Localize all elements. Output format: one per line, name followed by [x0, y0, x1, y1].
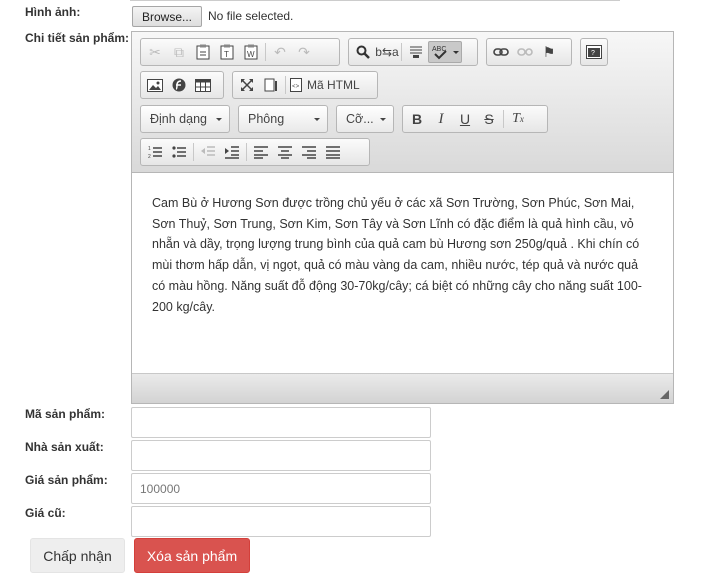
find-icon[interactable]	[351, 41, 375, 63]
indent-icon[interactable]	[220, 141, 244, 163]
flash-icon[interactable]	[167, 74, 191, 96]
outdent-icon[interactable]	[196, 141, 220, 163]
old-price-input[interactable]	[131, 506, 431, 537]
format-select-label: Định dạng	[150, 112, 207, 126]
bulleted-list-icon[interactable]	[167, 141, 191, 163]
chevron-down-icon	[314, 117, 320, 121]
chevron-down-icon	[216, 117, 222, 121]
delete-product-button[interactable]: Xóa sản phẩm	[134, 538, 250, 573]
separator	[246, 143, 247, 161]
image-label: Hình ảnh:	[25, 5, 81, 19]
spellcheck-icon[interactable]: ABC	[428, 41, 462, 63]
image-icon[interactable]	[143, 74, 167, 96]
previous-field-border	[130, 0, 620, 1]
align-left-icon[interactable]	[249, 141, 273, 163]
paragraph-group: 12	[140, 138, 370, 166]
link-icon[interactable]	[489, 41, 513, 63]
rich-text-editor: ✂ ⧉ T W ↶ ↷ b⇆a ABC ⚑ ? <> Mã HTML Định …	[131, 31, 674, 404]
product-code-input[interactable]	[131, 407, 431, 438]
editor-content-area[interactable]: Cam Bù ở Hương Sơn được trồng chủ yếu ở …	[132, 174, 673, 373]
align-right-icon[interactable]	[297, 141, 321, 163]
about-group: ?	[580, 38, 608, 66]
undo-icon[interactable]: ↶	[268, 41, 292, 63]
browse-button[interactable]: Browse...	[132, 6, 202, 27]
select-all-icon[interactable]	[404, 41, 428, 63]
size-select[interactable]: Cỡ...	[336, 105, 394, 133]
editor-toolbar: ✂ ⧉ T W ↶ ↷ b⇆a ABC ⚑ ? <> Mã HTML Định …	[132, 32, 673, 173]
svg-text:2: 2	[148, 154, 151, 159]
manufacturer-input[interactable]	[131, 440, 431, 471]
format-select[interactable]: Định dạng	[140, 105, 230, 133]
resize-handle-icon[interactable]	[660, 390, 669, 399]
paste-icon[interactable]	[191, 41, 215, 63]
price-input[interactable]	[131, 473, 431, 504]
font-select[interactable]: Phông	[238, 105, 328, 133]
link-group: ⚑	[486, 38, 572, 66]
product-code-label: Mã sản phẩm:	[25, 407, 106, 421]
remove-format-button[interactable]: Tx	[506, 108, 530, 130]
underline-button[interactable]: U	[453, 108, 477, 130]
separator	[401, 43, 402, 61]
document-group: <> Mã HTML	[232, 71, 378, 99]
separator	[193, 143, 194, 161]
svg-text:W: W	[247, 50, 255, 59]
anchor-flag-icon[interactable]: ⚑	[537, 41, 561, 63]
unlink-icon[interactable]	[513, 41, 537, 63]
editing-group: b⇆a ABC	[348, 38, 478, 66]
bold-button[interactable]: B	[405, 108, 429, 130]
italic-button[interactable]: I	[429, 108, 453, 130]
paste-word-icon[interactable]: W	[239, 41, 263, 63]
strike-button[interactable]: S	[477, 108, 501, 130]
cut-icon[interactable]: ✂	[143, 41, 167, 63]
basicstyles-group: B I U S Tx	[402, 105, 548, 133]
size-select-label: Cỡ...	[346, 112, 374, 126]
show-blocks-icon[interactable]	[259, 74, 283, 96]
insert-group	[140, 71, 224, 99]
source-button-label[interactable]: Mã HTML	[304, 78, 366, 92]
svg-text:?: ?	[591, 50, 595, 57]
editor-content-text: Cam Bù ở Hương Sơn được trồng chủ yếu ở …	[152, 196, 642, 314]
align-justify-icon[interactable]	[321, 141, 345, 163]
about-icon[interactable]: ?	[583, 41, 605, 63]
manufacturer-label: Nhà sản xuất:	[25, 440, 104, 454]
align-center-icon[interactable]	[273, 141, 297, 163]
svg-text:T: T	[224, 50, 229, 59]
no-file-text: No file selected.	[208, 9, 294, 23]
source-icon[interactable]: <>	[288, 74, 304, 96]
separator	[503, 110, 504, 128]
paste-text-icon[interactable]: T	[215, 41, 239, 63]
editor-status-bar	[132, 373, 673, 403]
numbered-list-icon[interactable]: 12	[143, 141, 167, 163]
separator	[265, 43, 266, 61]
svg-text:<>: <>	[292, 83, 300, 90]
maximize-icon[interactable]	[235, 74, 259, 96]
replace-icon[interactable]: b⇆a	[375, 41, 399, 63]
table-icon[interactable]	[191, 74, 215, 96]
redo-icon[interactable]: ↷	[292, 41, 316, 63]
accept-button[interactable]: Chấp nhận	[30, 538, 125, 573]
font-select-label: Phông	[248, 112, 285, 126]
price-label: Giá sản phẩm:	[25, 473, 108, 487]
clipboard-group: ✂ ⧉ T W ↶ ↷	[140, 38, 340, 66]
separator	[285, 76, 286, 94]
chevron-down-icon	[380, 117, 386, 121]
svg-text:1: 1	[148, 146, 151, 152]
copy-icon[interactable]: ⧉	[167, 41, 191, 63]
old-price-label: Giá cũ:	[25, 506, 66, 520]
detail-label: Chi tiết sản phẩm:	[25, 31, 130, 45]
